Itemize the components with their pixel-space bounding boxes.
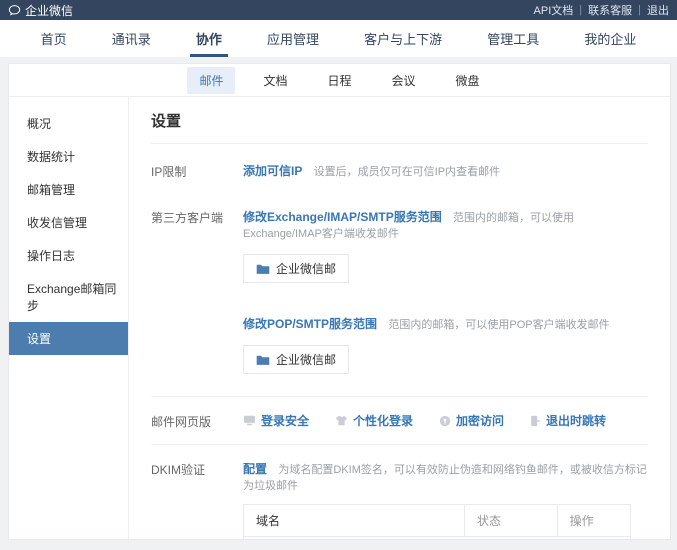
content-area: 邮件 文档 日程 会议 微盘 概况 数据统计 邮箱管理 收发信管理 操作日志 E… xyxy=(0,57,677,550)
settings-pane: 设置 IP限制 添加可信IP 设置后，成员仅可在可信IP内查看邮件 第三方客户端… xyxy=(129,97,670,539)
third-party-row: 第三方客户端 修改Exchange/IMAP/SMTP服务范围 范围内的邮箱，可… xyxy=(151,208,648,374)
tab-meeting[interactable]: 会议 xyxy=(380,67,428,94)
settings-sidebar: 概况 数据统计 邮箱管理 收发信管理 操作日志 Exchange邮箱同步 设置 xyxy=(9,97,129,539)
col-header-status: 状态 xyxy=(464,505,557,536)
sidebar-item-operation-log[interactable]: 操作日志 xyxy=(9,239,128,272)
logout-link[interactable]: 退出 xyxy=(647,2,669,18)
sidebar-item-overview[interactable]: 概况 xyxy=(9,107,128,140)
tab-drive[interactable]: 微盘 xyxy=(444,67,492,94)
exchange-scope-chip[interactable]: 企业微信邮 xyxy=(243,254,349,283)
sidebar-item-send-receive[interactable]: 收发信管理 xyxy=(9,206,128,239)
tab-calendar[interactable]: 日程 xyxy=(315,67,363,94)
lock-icon xyxy=(439,415,451,427)
logout-redirect-label: 退出时跳转 xyxy=(546,412,606,429)
dkim-desc: 为域名配置DKIM签名，可以有效防止伪造和网络钓鱼邮件，或被收信方标记为垃圾邮件 xyxy=(243,464,647,492)
col-header-action: 操作 xyxy=(557,505,630,536)
card-body: 概况 数据统计 邮箱管理 收发信管理 操作日志 Exchange邮箱同步 设置 … xyxy=(9,97,670,539)
topbar-links: API文档 | 联系客服 | 退出 xyxy=(534,2,669,18)
webmail-label: 邮件网页版 xyxy=(151,412,243,430)
personalized-login-link[interactable]: 个性化登录 xyxy=(335,412,413,429)
chat-bubble-icon xyxy=(8,4,21,17)
modify-exchange-scope-link[interactable]: 修改Exchange/IMAP/SMTP服务范围 xyxy=(243,210,442,224)
login-security-label: 登录安全 xyxy=(261,412,309,429)
ip-restriction-row: IP限制 添加可信IP 设置后，成员仅可在可信IP内查看邮件 xyxy=(151,162,648,180)
personalized-login-label: 个性化登录 xyxy=(353,412,413,429)
nav-contacts[interactable]: 通讯录 xyxy=(106,20,157,57)
folder-icon xyxy=(256,263,270,275)
api-doc-link[interactable]: API文档 xyxy=(534,2,574,18)
third-party-label: 第三方客户端 xyxy=(151,208,243,226)
dkim-configure-link[interactable]: 配置 xyxy=(243,462,267,476)
pop-scope-desc: 范围内的邮箱，可以使用POP客户端收发邮件 xyxy=(388,319,609,331)
webmail-row: 邮件网页版 登录安全 xyxy=(151,397,648,444)
ip-restriction-desc: 设置后，成员仅可在可信IP内查看邮件 xyxy=(314,166,500,178)
dkim-table: 域名 状态 操作 988666.club 已验证 查看配置 xyxy=(243,504,631,539)
pop-scope-block: 修改POP/SMTP服务范围 范围内的邮箱，可以使用POP客户端收发邮件 企业微… xyxy=(243,315,648,374)
modify-pop-scope-link[interactable]: 修改POP/SMTP服务范围 xyxy=(243,317,377,331)
nav-admin-tools[interactable]: 管理工具 xyxy=(481,20,545,57)
tshirt-icon xyxy=(335,415,348,426)
folder-icon xyxy=(256,354,270,366)
monitor-icon xyxy=(243,415,256,426)
main-nav: 首页 通讯录 协作 应用管理 客户与上下游 管理工具 我的企业 xyxy=(0,20,677,57)
logout-redirect-link[interactable]: 退出时跳转 xyxy=(530,412,606,429)
sidebar-item-statistics[interactable]: 数据统计 xyxy=(9,140,128,173)
brand-name: 企业微信 xyxy=(25,2,73,19)
contact-support-link[interactable]: 联系客服 xyxy=(588,2,632,18)
ip-restriction-label: IP限制 xyxy=(151,162,243,180)
encrypted-access-label: 加密访问 xyxy=(456,412,504,429)
main-card: 邮件 文档 日程 会议 微盘 概况 数据统计 邮箱管理 收发信管理 操作日志 E… xyxy=(8,63,671,540)
tab-mail[interactable]: 邮件 xyxy=(187,67,235,94)
separator: | xyxy=(638,4,641,16)
nav-my-company[interactable]: 我的企业 xyxy=(578,20,642,57)
nav-collaboration[interactable]: 协作 xyxy=(190,20,228,57)
exchange-scope-block: 修改Exchange/IMAP/SMTP服务范围 范围内的邮箱，可以使用Exch… xyxy=(243,208,648,283)
subtab-bar: 邮件 文档 日程 会议 微盘 xyxy=(9,64,670,97)
tab-docs[interactable]: 文档 xyxy=(251,67,299,94)
nav-customers[interactable]: 客户与上下游 xyxy=(358,20,448,57)
pop-scope-chip[interactable]: 企业微信邮 xyxy=(243,345,349,374)
login-security-link[interactable]: 登录安全 xyxy=(243,412,309,429)
add-trusted-ip-link[interactable]: 添加可信IP xyxy=(243,164,302,178)
encrypted-access-link[interactable]: 加密访问 xyxy=(439,412,504,429)
pop-scope-name: 企业微信邮 xyxy=(276,351,336,368)
topbar: 企业微信 API文档 | 联系客服 | 退出 xyxy=(0,0,677,20)
dkim-label: DKIM验证 xyxy=(151,460,243,478)
app-logo: 企业微信 xyxy=(8,2,73,19)
separator: | xyxy=(579,4,582,16)
col-header-domain: 域名 xyxy=(244,505,464,536)
nav-apps[interactable]: 应用管理 xyxy=(261,20,325,57)
exit-icon xyxy=(530,415,541,427)
exchange-scope-name: 企业微信邮 xyxy=(276,260,336,277)
sidebar-item-mailbox-mgmt[interactable]: 邮箱管理 xyxy=(9,173,128,206)
dkim-table-header: 域名 状态 操作 xyxy=(244,505,630,537)
table-row: 988666.club 已验证 查看配置 xyxy=(244,537,630,539)
dkim-row: DKIM验证 配置 为域名配置DKIM签名，可以有效防止伪造和网络钓鱼邮件，或被… xyxy=(151,445,648,539)
page-title: 设置 xyxy=(151,110,648,144)
sidebar-item-settings[interactable]: 设置 xyxy=(9,322,128,355)
nav-home[interactable]: 首页 xyxy=(35,20,73,57)
sidebar-item-exchange-sync[interactable]: Exchange邮箱同步 xyxy=(9,272,128,322)
